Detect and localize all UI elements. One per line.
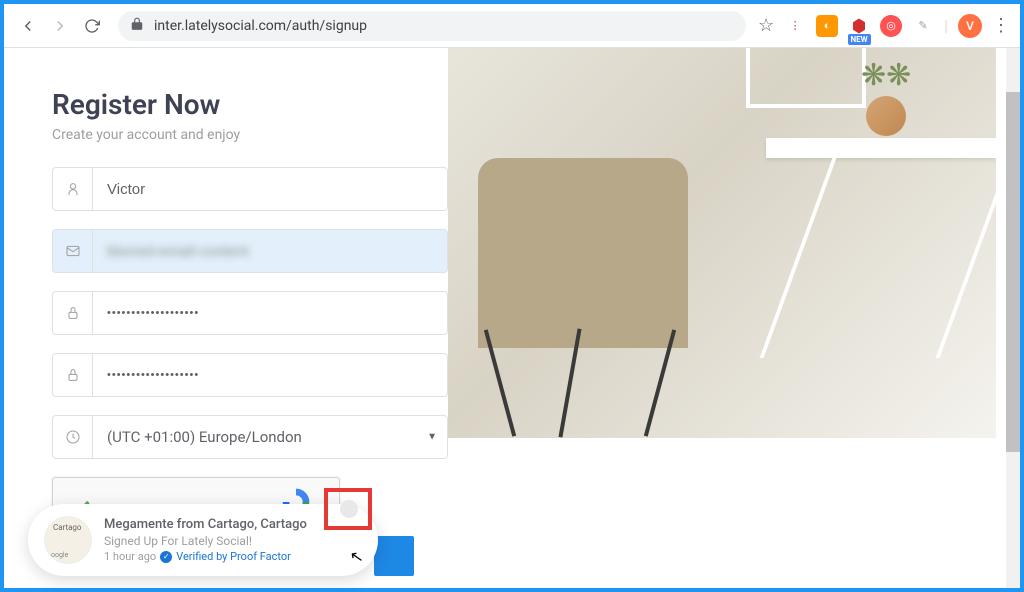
- hero-image: ❋❋: [448, 48, 996, 438]
- lock-icon: [53, 354, 93, 396]
- email-input-group: [52, 229, 448, 273]
- ext-icon-4[interactable]: ◎: [880, 15, 902, 37]
- ext-icon-3[interactable]: NEW: [848, 15, 870, 37]
- confirm-password-input-group: [52, 353, 448, 397]
- forward-button[interactable]: [46, 12, 74, 40]
- email-input[interactable]: [93, 230, 447, 272]
- submit-button[interactable]: [374, 536, 414, 576]
- ext-icon-1[interactable]: ⋮: [784, 15, 806, 37]
- page-title: Register Now: [52, 88, 448, 121]
- scrollbar[interactable]: [1006, 48, 1020, 588]
- proof-subtitle: Signed Up For Lately Social!: [104, 534, 362, 548]
- verify-badge-icon: ✓: [160, 551, 172, 563]
- ext-icon-2[interactable]: ◐: [816, 15, 838, 37]
- user-avatar[interactable]: V: [958, 14, 982, 38]
- name-input[interactable]: [93, 168, 447, 210]
- user-icon: [53, 168, 93, 210]
- url-text: inter.latelysocial.com/auth/signup: [154, 18, 367, 34]
- back-button[interactable]: [14, 12, 42, 40]
- menu-button[interactable]: ⋮: [992, 15, 1010, 36]
- map-thumbnail: Cartago oogle: [44, 516, 92, 564]
- password-input-group: [52, 291, 448, 335]
- scrollbar-thumb[interactable]: [1006, 92, 1020, 452]
- address-bar[interactable]: inter.latelysocial.com/auth/signup: [118, 11, 746, 41]
- hero-section: ❋❋: [448, 48, 1020, 588]
- timezone-select[interactable]: (UTC +01:00) Europe/London: [93, 416, 447, 458]
- timezone-select-group: (UTC +01:00) Europe/London ▼: [52, 415, 448, 459]
- password-input[interactable]: [93, 292, 447, 334]
- email-icon: [53, 230, 93, 272]
- chevron-down-icon: ▼: [427, 432, 437, 443]
- page-subtitle: Create your account and enjoy: [52, 127, 448, 143]
- reload-button[interactable]: [78, 12, 106, 40]
- toolbar-icons: ☆ ⋮ ◐ NEW ◎ ✎ | V ⋮: [758, 14, 1010, 38]
- browser-toolbar: inter.latelysocial.com/auth/signup ☆ ⋮ ◐…: [4, 4, 1020, 48]
- lock-icon: [53, 292, 93, 334]
- annotation-highlight: [324, 488, 372, 530]
- name-input-group: [52, 167, 448, 211]
- star-icon[interactable]: ☆: [758, 15, 774, 36]
- ext-icon-5[interactable]: ✎: [912, 15, 934, 37]
- clock-icon: [53, 416, 93, 458]
- confirm-password-input[interactable]: [93, 354, 447, 396]
- proof-meta: 1 hour ago ✓ Verified by Proof Factor: [104, 550, 362, 563]
- page-container: Register Now Create your account and enj…: [4, 48, 1020, 588]
- lock-icon: [130, 16, 144, 35]
- new-badge: NEW: [848, 34, 871, 45]
